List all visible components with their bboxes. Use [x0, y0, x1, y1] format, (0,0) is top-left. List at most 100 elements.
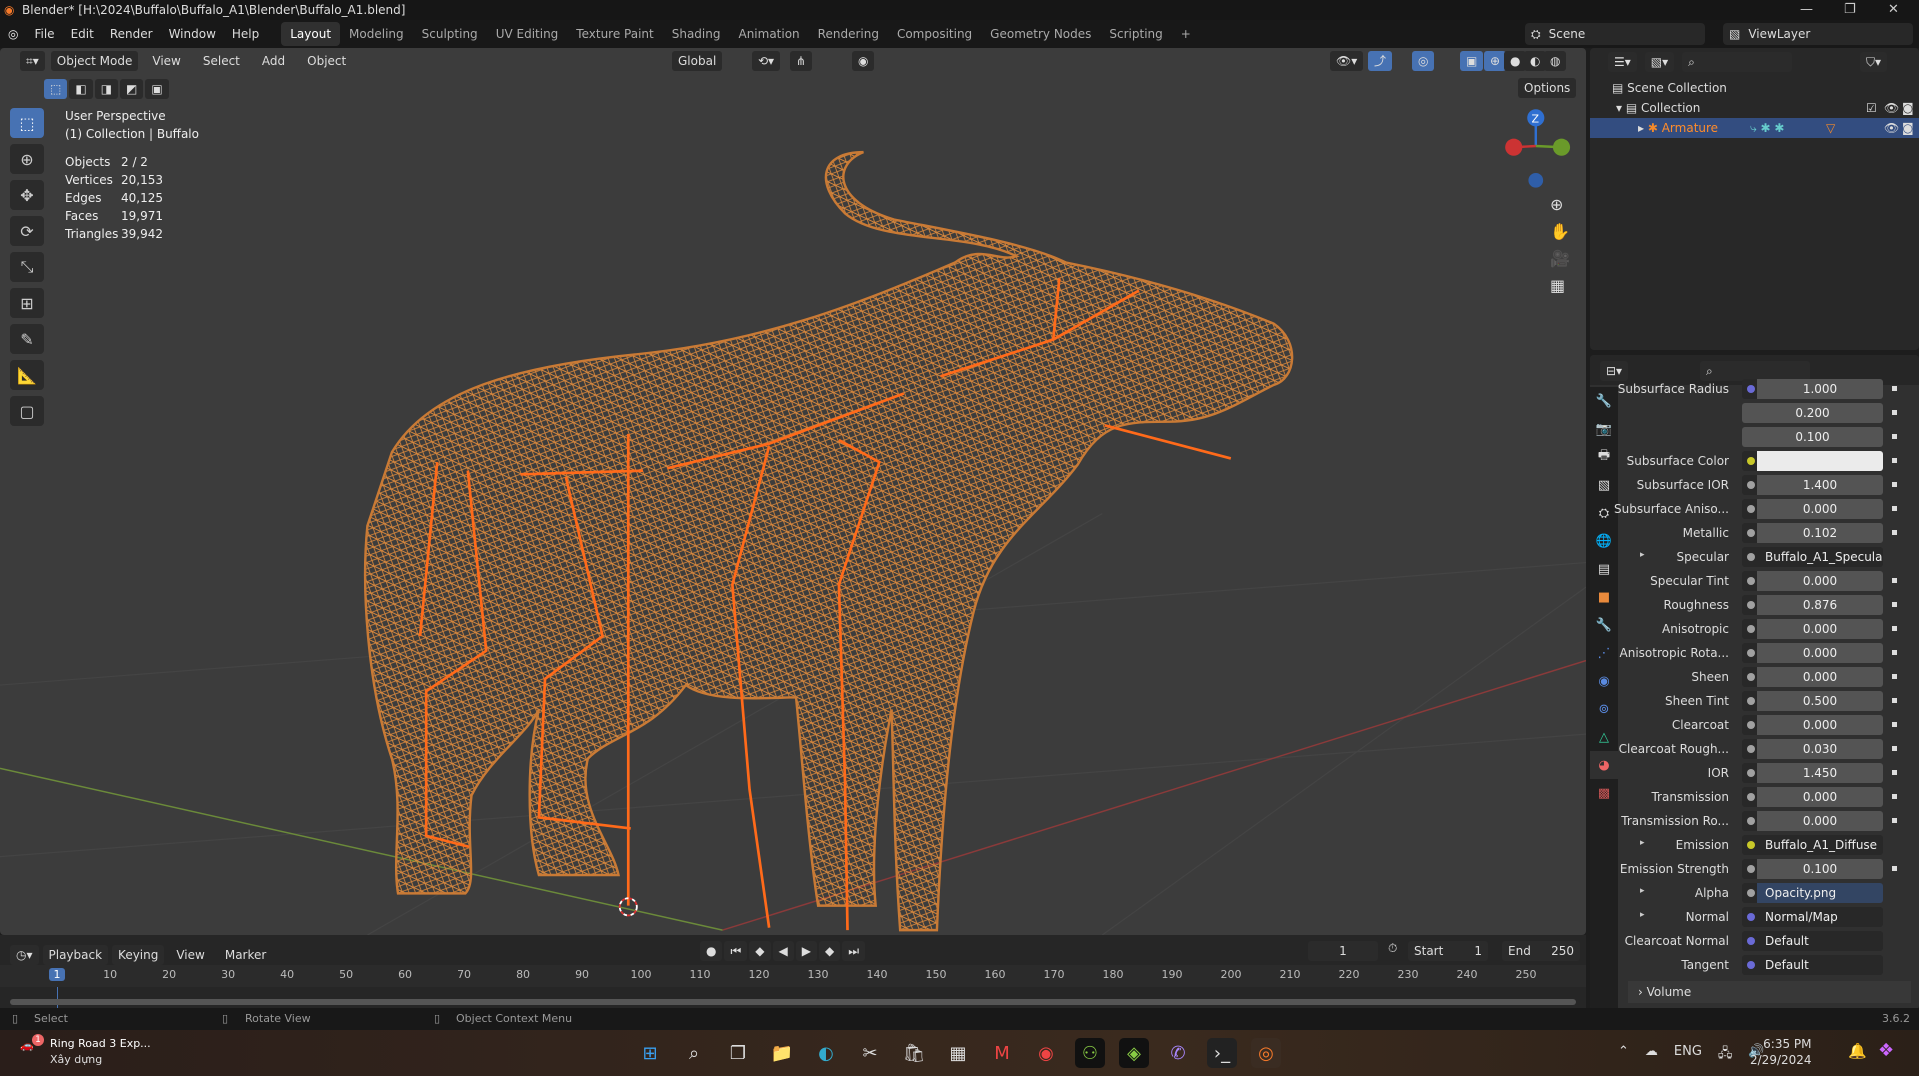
start-frame-field[interactable]: Start 1 [1408, 941, 1488, 961]
keying-menu[interactable]: Keying [112, 945, 165, 965]
editor-type-button[interactable]: ◷▾ [10, 945, 39, 965]
keyframe-dot-icon[interactable] [1892, 674, 1897, 679]
menu-help[interactable]: Help [224, 20, 267, 48]
measure-tool-icon[interactable]: 📐 [10, 360, 44, 390]
transform-orientation-dropdown[interactable]: Global [672, 51, 723, 71]
annotate-tool-icon[interactable]: ✎ [10, 324, 44, 354]
snap-icon[interactable]: ⋔ [790, 51, 813, 71]
keyframe-dot-icon[interactable] [1892, 746, 1897, 751]
keyframe-dot-icon[interactable] [1892, 410, 1897, 415]
cursor-tool-icon[interactable]: ⊕ [10, 144, 44, 174]
play-reverse-icon[interactable]: ◀ [772, 941, 794, 961]
keyframe-dot-icon[interactable] [1892, 386, 1897, 391]
eye-icon[interactable]: 👁 [1884, 118, 1899, 138]
scale-tool-icon[interactable]: ⤡ [10, 252, 44, 282]
maximize-button[interactable]: ❐ [1844, 0, 1856, 20]
tab-layout[interactable]: Layout [281, 22, 341, 46]
outliner-search-input[interactable]: ⌕ [1682, 52, 1793, 72]
object-mode-dropdown[interactable]: Object Mode [50, 50, 139, 71]
search-icon[interactable]: ⌕ [679, 1038, 709, 1068]
move-tool-icon[interactable]: ✥ [10, 180, 44, 210]
close-button[interactable]: ✕ [1888, 0, 1899, 20]
frame-ruler[interactable]: 1 10 20 30 40 50 60 70 80 90 100 110 120 130 140 150 160… [0, 965, 1586, 1017]
select-subtract-icon[interactable]: ◨ [94, 79, 119, 99]
ortho-grid-icon[interactable]: ▦ [1550, 276, 1570, 295]
rendered-shading-icon[interactable]: ◍ [1544, 51, 1567, 71]
property-field[interactable]: Default [1757, 931, 1883, 951]
current-frame-field[interactable]: 1 [1308, 941, 1378, 961]
language-indicator[interactable]: ENG [1674, 1044, 1702, 1066]
keyframe-dot-icon[interactable] [1892, 578, 1897, 583]
tab-shading[interactable]: Shading [663, 22, 730, 46]
property-field[interactable]: 0.000 [1757, 499, 1883, 519]
file-explorer-icon[interactable]: 📁 [767, 1038, 797, 1068]
property-field[interactable]: 0.000 [1757, 787, 1883, 807]
select-box-tool-icon[interactable]: ⬚ [10, 108, 44, 138]
copilot-icon[interactable]: ❖ [1878, 1040, 1894, 1061]
next-keyframe-icon[interactable]: ◆ [819, 941, 841, 961]
keyframe-dot-icon[interactable] [1892, 482, 1897, 487]
property-field[interactable]: Buffalo_A1_Diffuse [1757, 835, 1883, 855]
pan-hand-icon[interactable]: ✋ [1550, 222, 1570, 241]
zoom-icon[interactable]: ⊕ [1550, 195, 1570, 214]
property-field[interactable]: Buffalo_A1_Specular [1757, 547, 1883, 567]
keyframe-dot-icon[interactable] [1892, 530, 1897, 535]
snipping-tool-icon[interactable]: ✂ [855, 1038, 885, 1068]
nvidia-icon[interactable]: ⚇ [1075, 1038, 1105, 1068]
property-field[interactable]: Opacity.png [1757, 883, 1883, 903]
edge-icon[interactable]: ◐ [811, 1038, 841, 1068]
keyframe-dot-icon[interactable] [1892, 698, 1897, 703]
notification-widget[interactable]: 🚗 1 Ring Road 3 Exp... Xây dựng [20, 1034, 151, 1068]
viewport-menu-view[interactable]: View [144, 47, 188, 75]
menu-render[interactable]: Render [102, 20, 161, 48]
expand-icon[interactable]: ▸ [1640, 886, 1645, 896]
task-view-icon[interactable]: ❐ [723, 1038, 753, 1068]
display-mode-icon[interactable]: ☰▾ [1608, 52, 1637, 72]
property-field[interactable]: 0.876 [1757, 595, 1883, 615]
editor-type-button[interactable]: ⊟▾ [1600, 361, 1629, 381]
mcafee-icon[interactable]: M [987, 1038, 1017, 1068]
overlay-toggle-icon[interactable]: ◎ [1412, 51, 1435, 71]
minimize-button[interactable]: — [1800, 0, 1813, 20]
start-icon[interactable]: ⊞ [635, 1038, 665, 1068]
prev-keyframe-icon[interactable]: ◆ [749, 941, 771, 961]
properties-search-input[interactable]: ⌕ [1700, 361, 1810, 381]
chrome-icon[interactable]: ◉ [1031, 1038, 1061, 1068]
tab-animation[interactable]: Animation [729, 22, 808, 46]
property-field[interactable]: 1.400 [1757, 475, 1883, 495]
property-field[interactable]: 0.200 [1742, 403, 1883, 423]
property-field[interactable]: 0.102 [1757, 523, 1883, 543]
rotate-tool-icon[interactable]: ⟳ [10, 216, 44, 246]
property-field[interactable]: 0.100 [1757, 859, 1883, 879]
editor-type-button[interactable]: ⌗▾ [20, 50, 45, 71]
property-field[interactable]: Normal/Map [1757, 907, 1883, 927]
property-field[interactable]: Default [1757, 955, 1883, 975]
current-frame-marker[interactable]: 1 [49, 968, 65, 981]
timeline-scrollbar[interactable] [10, 999, 1576, 1005]
keyframe-dot-icon[interactable] [1892, 602, 1897, 607]
property-field[interactable]: 1.450 [1757, 763, 1883, 783]
expand-icon[interactable]: ▸ [1640, 838, 1645, 848]
tab-sculpting[interactable]: Sculpting [413, 22, 487, 46]
keyframe-dot-icon[interactable] [1892, 626, 1897, 631]
eye-icon[interactable]: 👁 [1884, 98, 1899, 118]
keyframe-dot-icon[interactable] [1892, 434, 1897, 439]
proportional-edit-icon[interactable]: ◉ [852, 51, 875, 71]
visibility-icon[interactable]: 👁▾ [1330, 51, 1364, 71]
property-field[interactable]: 0.500 [1757, 691, 1883, 711]
property-field[interactable]: 1.000 [1757, 379, 1883, 399]
store-icon[interactable]: 🛍 [899, 1038, 929, 1068]
property-field[interactable] [1757, 451, 1883, 471]
select-invert-icon[interactable]: ◩ [120, 79, 144, 99]
viewport-menu-object[interactable]: Object [299, 47, 354, 75]
select-new-icon[interactable]: ⬚ [44, 79, 68, 99]
menu-file[interactable]: File [26, 20, 62, 48]
camera-render-icon[interactable]: ◙ [1902, 118, 1914, 138]
clock[interactable]: 6:35 PM 2/29/2024 [1750, 1036, 1812, 1068]
options-dropdown[interactable]: Options [1518, 78, 1577, 98]
playback-menu[interactable]: Playback [42, 945, 109, 965]
scene-selector[interactable]: ⛭ Scene [1525, 23, 1705, 45]
tab-texture-paint[interactable]: Texture Paint [567, 22, 662, 46]
tab-compositing[interactable]: Compositing [888, 22, 981, 46]
keyframe-dot-icon[interactable] [1892, 794, 1897, 799]
